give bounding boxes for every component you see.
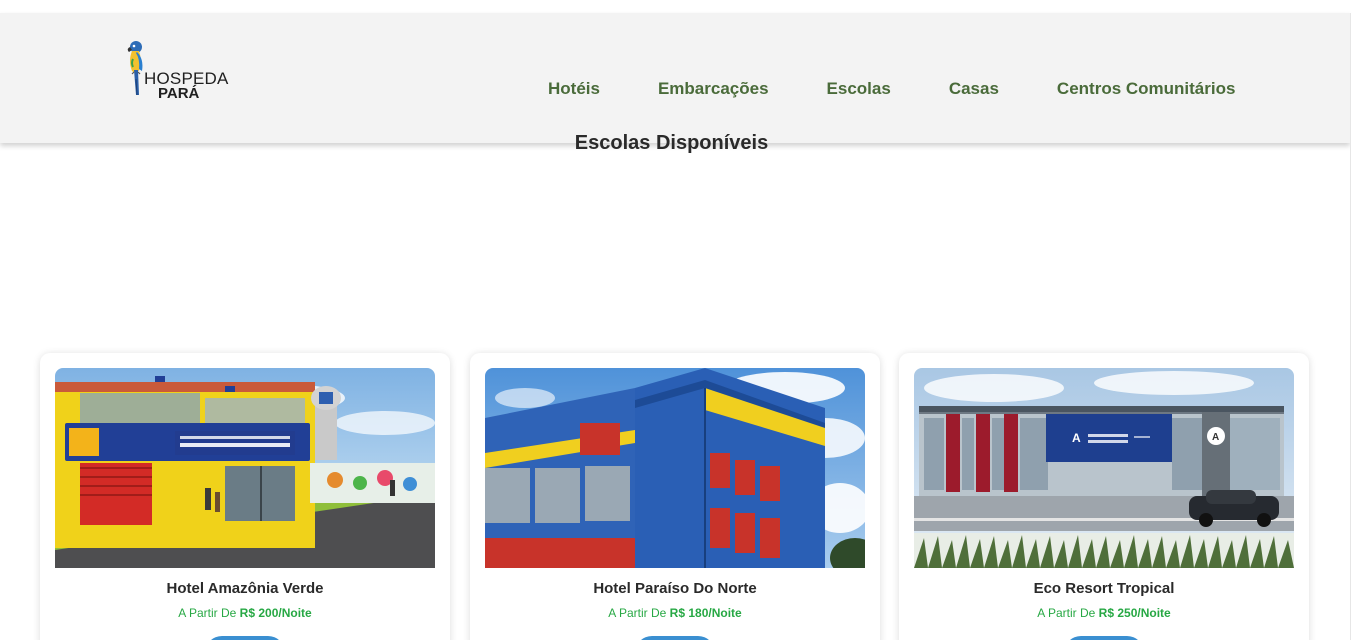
top-strip (0, 0, 1363, 13)
listing-price: A Partir De R$ 180/Noite (470, 606, 880, 620)
listing-image[interactable]: A A (914, 368, 1294, 568)
listing-title: Eco Resort Tropical (1033, 580, 1175, 597)
listing-card[interactable]: A A Eco Resort Tropical A Partir De R$ 2… (899, 353, 1309, 640)
listing-title: Hotel Paraíso Do Norte (593, 580, 757, 597)
price-value: R$ 250/Noite (1098, 606, 1171, 620)
listing-card[interactable]: Hotel Paraíso Do Norte A Partir De R$ 18… (470, 353, 880, 640)
price-prefix: A Partir De (178, 606, 237, 620)
brand-name-line2: PARÁ (158, 85, 200, 102)
scrollbar-track[interactable] (1350, 13, 1363, 640)
listing-price: A Partir De R$ 200/Noite (40, 606, 450, 620)
nav-item-escolas[interactable]: Escolas (827, 79, 891, 99)
nav-item-centros-comunitarios[interactable]: Centros Comunitários (1057, 79, 1236, 99)
listing-image[interactable] (485, 368, 865, 568)
view-details-button[interactable] (635, 636, 715, 640)
page: HOSPEDA PARÁ Hotéis Embarcações Escolas … (0, 0, 1363, 640)
site-header: HOSPEDA PARÁ Hotéis Embarcações Escolas … (0, 13, 1350, 154)
listing-title: Hotel Amazônia Verde (166, 580, 324, 597)
page-title: Escolas Disponíveis (0, 132, 1350, 155)
main-nav: Hotéis Embarcações Escolas Casas Centros… (548, 79, 1235, 99)
price-value: R$ 180/Noite (669, 606, 742, 620)
listing-price: A Partir De R$ 250/Noite (899, 606, 1309, 620)
listing-card[interactable]: Hotel Amazônia Verde A Partir De R$ 200/… (40, 353, 450, 640)
nav-item-embarcacoes[interactable]: Embarcações (658, 79, 769, 99)
svg-text:A: A (1072, 431, 1081, 445)
price-value: R$ 200/Noite (239, 606, 312, 620)
listing-image[interactable] (55, 368, 435, 568)
view-details-button[interactable] (205, 636, 285, 640)
nav-item-hoteis[interactable]: Hotéis (548, 79, 600, 99)
page-title-text: Escolas Disponíveis (574, 132, 769, 154)
price-prefix: A Partir De (1037, 606, 1096, 620)
view-details-button[interactable] (1064, 636, 1144, 640)
nav-item-casas[interactable]: Casas (949, 79, 999, 99)
svg-text:A: A (1212, 432, 1219, 443)
price-prefix: A Partir De (608, 606, 667, 620)
brand-logo[interactable]: HOSPEDA PARÁ (122, 39, 232, 103)
